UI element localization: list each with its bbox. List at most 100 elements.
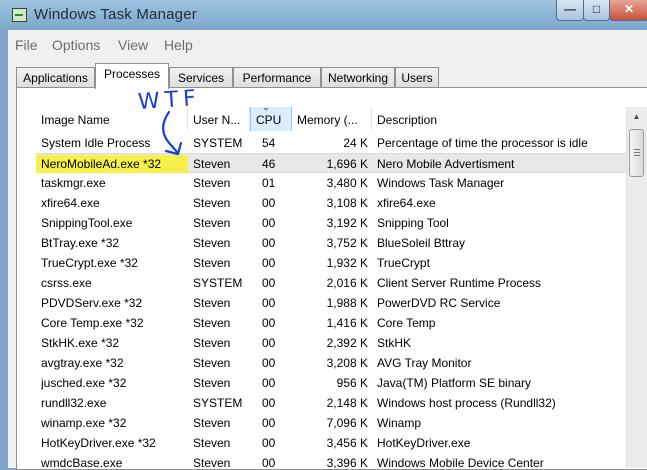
user-name-cell: SYSTEM bbox=[193, 136, 243, 150]
image-name-cell: taskmgr.exe bbox=[41, 176, 106, 190]
process-row[interactable]: winamp.exe *32 Steven 00 7,096 K Winamp bbox=[36, 413, 647, 433]
memory-cell: 3,192 K bbox=[326, 216, 368, 230]
column-header-memory[interactable]: Memory (... bbox=[292, 107, 372, 131]
description-cell: Nero Mobile Advertisment bbox=[377, 157, 515, 171]
description-cell: Winamp bbox=[377, 416, 422, 430]
user-name-cell: Steven bbox=[193, 316, 231, 330]
user-name-cell: Steven bbox=[193, 216, 231, 230]
process-row[interactable]: System Idle Process SYSTEM 54 24 K Percentag… bbox=[36, 133, 647, 153]
description-cell: AVG Tray Monitor bbox=[377, 356, 472, 370]
process-row[interactable]: rundll32.exe SYSTEM 00 2,148 K Windows host … bbox=[36, 393, 647, 413]
sort-descending-icon bbox=[263, 108, 269, 111]
menu-options[interactable]: Options bbox=[52, 37, 100, 53]
image-name-cell: PDVDServ.exe *32 bbox=[41, 296, 143, 310]
grip-line bbox=[634, 155, 640, 156]
tab-processes[interactable]: Processes bbox=[95, 63, 169, 89]
image-name-cell: TrueCrypt.exe *32 bbox=[41, 256, 138, 270]
tab-networking[interactable]: Networking bbox=[321, 67, 395, 88]
process-row[interactable]: jusched.exe *32 Steven 00 956 K Java(TM) Pla… bbox=[36, 373, 647, 393]
column-header-cpu[interactable]: CPU bbox=[250, 107, 292, 131]
user-name-cell: SYSTEM bbox=[193, 276, 243, 290]
memory-cell: 7,096 K bbox=[326, 416, 368, 430]
memory-cell: 1,416 K bbox=[326, 316, 368, 330]
tab-performance[interactable]: Performance bbox=[233, 67, 321, 88]
process-row[interactable]: avgtray.exe *32 Steven 00 3,208 K AVG Tray M… bbox=[36, 353, 647, 373]
memory-cell: 2,016 K bbox=[326, 276, 368, 290]
description-cell: HotKeyDriver.exe bbox=[377, 436, 471, 450]
description-cell: Windows host process (Rundll32) bbox=[377, 396, 556, 410]
process-row[interactable]: TrueCrypt.exe *32 Steven 00 1,932 K TrueCryp… bbox=[36, 253, 647, 273]
process-row[interactable]: Core Temp.exe *32 Steven 00 1,416 K Core Tem… bbox=[36, 313, 647, 333]
process-row[interactable]: csrss.exe SYSTEM 00 2,016 K Client Server Ru… bbox=[36, 273, 647, 293]
image-name-cell: StkHK.exe *32 bbox=[41, 336, 120, 350]
image-name-cell: rundll32.exe bbox=[41, 396, 107, 410]
user-name-cell: Steven bbox=[193, 236, 231, 250]
grip-line bbox=[634, 149, 640, 150]
image-name-cell: wmdcBase.exe bbox=[41, 456, 123, 468]
menu-bar: File Options View Help bbox=[8, 30, 647, 60]
description-cell: Java(TM) Platform SE binary bbox=[377, 376, 532, 390]
user-name-cell: Steven bbox=[193, 376, 231, 390]
image-name-cell: xfire64.exe bbox=[41, 196, 100, 210]
user-name-cell: Steven bbox=[193, 157, 231, 171]
minimize-icon: — bbox=[564, 2, 576, 16]
tab-applications[interactable]: Applications bbox=[16, 67, 95, 88]
process-row[interactable]: wmdcBase.exe Steven 00 3,396 K Windows Mobil… bbox=[36, 453, 647, 468]
process-row[interactable]: taskmgr.exe Steven 01 3,480 K Windows Task M… bbox=[36, 173, 647, 193]
close-icon: ✕ bbox=[623, 2, 635, 16]
user-name-cell: Steven bbox=[193, 456, 231, 468]
menu-file[interactable]: File bbox=[15, 37, 38, 53]
memory-cell: 1,988 K bbox=[326, 296, 368, 310]
tab-services[interactable]: Services bbox=[169, 67, 233, 88]
user-name-cell: SYSTEM bbox=[193, 396, 243, 410]
image-name-cell: System Idle Process bbox=[41, 136, 151, 150]
process-row[interactable]: HotKeyDriver.exe *32 Steven 00 3,456 K HotKe… bbox=[36, 433, 647, 453]
description-cell: Core Temp bbox=[377, 316, 436, 330]
memory-cell: 3,480 K bbox=[326, 176, 368, 190]
user-name-cell: Steven bbox=[193, 436, 231, 450]
description-cell: Windows Mobile Device Center bbox=[377, 456, 544, 468]
menu-help[interactable]: Help bbox=[164, 37, 193, 53]
memory-cell: 3,396 K bbox=[326, 456, 368, 468]
scroll-up-icon[interactable]: ▲ bbox=[629, 110, 644, 124]
user-name-cell: Steven bbox=[193, 296, 231, 310]
process-row[interactable]: xfire64.exe Steven 00 3,108 Kxfire64.exe bbox=[36, 193, 647, 213]
process-row[interactable]: PDVDServ.exe *32 Steven 00 1,988 K PowerDVD … bbox=[36, 293, 647, 313]
tab-users[interactable]: Users bbox=[395, 67, 439, 88]
memory-cell: 1,932 K bbox=[326, 256, 368, 270]
image-name-cell: BtTray.exe *32 bbox=[41, 236, 120, 250]
vertical-scrollbar[interactable]: ▲ bbox=[626, 107, 647, 468]
minimize-button[interactable]: — bbox=[556, 0, 584, 21]
user-name-cell: Steven bbox=[193, 356, 231, 370]
memory-cell: 24 K bbox=[343, 136, 368, 150]
description-cell: PowerDVD RC Service bbox=[377, 296, 501, 310]
description-cell: xfire64.exe bbox=[377, 196, 436, 210]
image-name-cell: jusched.exe *32 bbox=[41, 376, 127, 390]
wtf-annotation: WTF bbox=[137, 85, 202, 116]
process-row[interactable]: StkHK.exe *32 Steven 00 2,392 K StkHK bbox=[36, 333, 647, 353]
close-button[interactable]: ✕ bbox=[609, 0, 647, 21]
process-row[interactable]: SnippingTool.exe Steven 00 3,192 K Snipping … bbox=[36, 213, 647, 233]
memory-cell: 2,392 K bbox=[326, 336, 368, 350]
image-name-cell: SnippingTool.exe bbox=[41, 216, 133, 230]
scroll-thumb[interactable] bbox=[629, 129, 644, 177]
memory-cell: 3,456 K bbox=[326, 436, 368, 450]
process-row[interactable]: BtTray.exe *32 Steven 00 3,752 K BlueSoleil … bbox=[36, 233, 647, 253]
grip-line bbox=[634, 152, 640, 153]
image-name-cell: Core Temp.exe *32 bbox=[41, 316, 144, 330]
image-name-cell: winamp.exe *32 bbox=[41, 416, 127, 430]
process-row[interactable]: NeroMobileAd.exe *32 Steven 46 1,696 K Nero … bbox=[36, 153, 647, 173]
user-name-cell: Steven bbox=[193, 336, 231, 350]
memory-cell: 956 K bbox=[336, 376, 368, 390]
column-header-description[interactable]: Description bbox=[372, 107, 647, 131]
process-list[interactable]: Image Name User N... CPU Memory (... Des… bbox=[36, 107, 647, 468]
title-bar: Windows Task Manager — □ ✕ bbox=[0, 0, 647, 30]
description-cell: Snipping Tool bbox=[377, 216, 449, 230]
window-title: Windows Task Manager bbox=[34, 6, 197, 23]
memory-cell: 3,752 K bbox=[326, 236, 368, 250]
maximize-icon: □ bbox=[592, 2, 601, 16]
description-cell: Client Server Runtime Process bbox=[377, 276, 542, 290]
memory-cell: 1,696 K bbox=[326, 157, 368, 171]
maximize-button[interactable]: □ bbox=[583, 0, 610, 21]
menu-view[interactable]: View bbox=[118, 37, 148, 53]
